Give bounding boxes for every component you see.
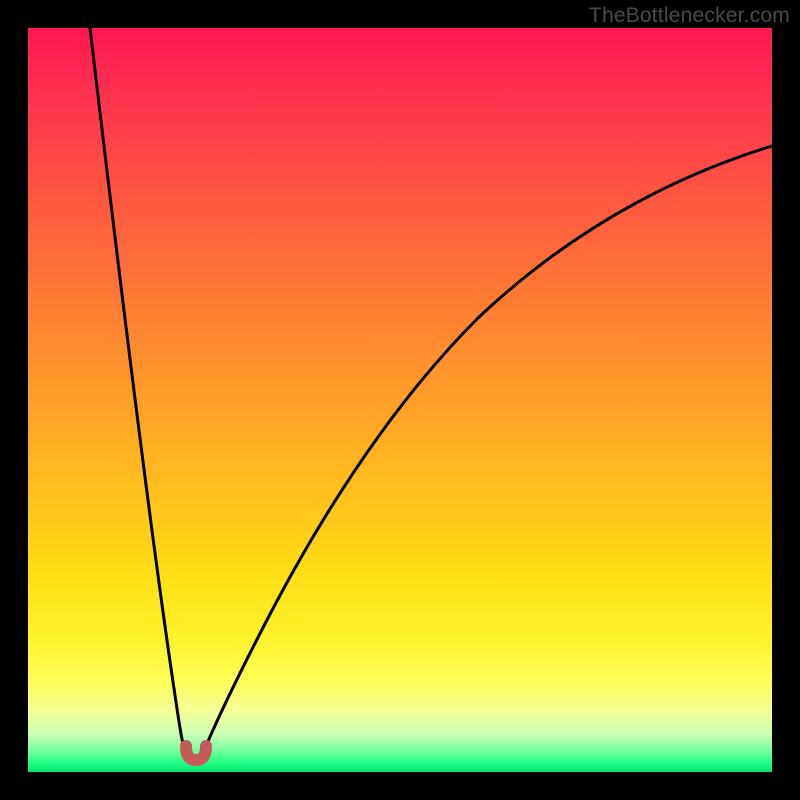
valley-marker [186, 746, 206, 760]
attribution-label: TheBottlenecker.com [589, 4, 790, 28]
chart-frame: TheBottlenecker.com [0, 0, 800, 800]
plot-area [28, 28, 772, 772]
curve-layer [28, 28, 772, 772]
curve-right-branch [206, 146, 772, 746]
curve-left-branch [90, 28, 186, 750]
